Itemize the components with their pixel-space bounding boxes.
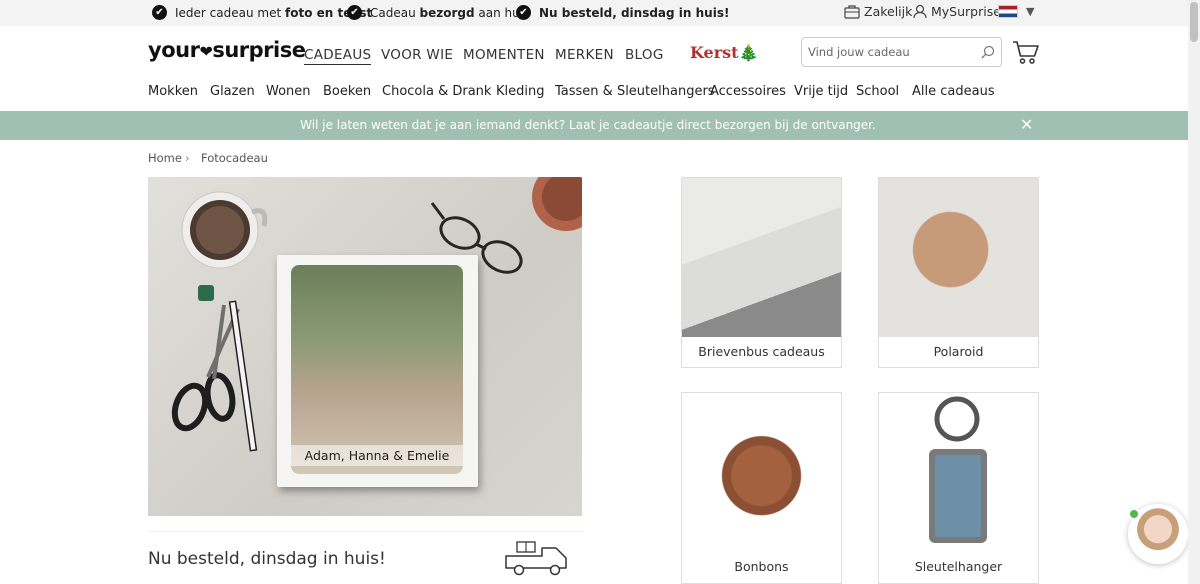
language-selector[interactable]: ▼ xyxy=(998,5,1034,18)
category-chocola-drank[interactable]: Chocola & Drank xyxy=(382,84,491,99)
cart-icon[interactable] xyxy=(1012,40,1040,65)
usp-text: Nu besteld, dinsdag in huis! xyxy=(539,5,730,20)
nav-kerst[interactable]: Kerst🎄 xyxy=(690,43,758,62)
tile-brievenbus-cadeaus[interactable]: Brievenbus cadeaus xyxy=(681,177,842,368)
book-photo: Adam, Hanna & Emelie xyxy=(291,265,463,474)
online-status-icon xyxy=(1128,508,1140,520)
check-icon: ✔ xyxy=(516,5,531,20)
business-label: Zakelijk xyxy=(864,4,913,19)
category-glazen[interactable]: Glazen xyxy=(210,84,255,99)
tile-label: Sleutelhanger xyxy=(914,559,1003,574)
nav-voor-wie[interactable]: VOOR WIE xyxy=(381,47,453,63)
check-icon: ✔ xyxy=(152,5,167,20)
search-box xyxy=(801,37,1002,67)
keychain-icon xyxy=(929,396,987,543)
account-label: MySurprise xyxy=(931,4,1001,19)
delivery-truck-icon xyxy=(505,541,567,576)
usp-item-delivery: ✔ Cadeau bezorgd aan huis xyxy=(347,5,529,20)
category-vrije-tijd[interactable]: Vrije tijd xyxy=(794,84,848,99)
search-icon[interactable] xyxy=(981,45,995,59)
close-icon[interactable]: ✕ xyxy=(1020,115,1033,134)
scrollbar-thumb[interactable] xyxy=(1190,2,1198,42)
tile-label: Bonbons xyxy=(734,559,789,574)
tile-label: Polaroid xyxy=(933,344,984,359)
nav-blog[interactable]: BLOG xyxy=(625,47,664,63)
scrollbar[interactable] xyxy=(1188,0,1200,584)
delivery-promise: Nu besteld, dinsdag in huis! xyxy=(148,549,386,569)
logo[interactable]: your❤surprise xyxy=(148,38,306,62)
keychain-image xyxy=(879,393,1038,552)
nav-merken[interactable]: MERKEN xyxy=(555,47,614,63)
divider xyxy=(148,531,582,532)
breadcrumb-current: Fotocadeau xyxy=(201,151,268,165)
brievenbus-image xyxy=(682,178,841,337)
chevron-right-icon: › xyxy=(185,151,190,165)
search-input[interactable] xyxy=(808,43,973,61)
coffee-cup-image xyxy=(181,191,268,269)
usp-item-photo: ✔ Ieder cadeau met foto en tekst xyxy=(152,5,372,20)
user-icon xyxy=(913,4,927,19)
usp-text: Cadeau bezorgd aan huis xyxy=(370,5,530,20)
nav-cadeaus[interactable]: CADEAUS xyxy=(304,47,372,65)
chevron-down-icon: ▼ xyxy=(1026,5,1035,18)
category-tassen-sleutelhangers[interactable]: Tassen & Sleutelhangers xyxy=(555,84,715,99)
heart-icon: ❤ xyxy=(199,42,213,61)
book-caption: Adam, Hanna & Emelie xyxy=(291,445,463,466)
category-accessoires[interactable]: Accessoires xyxy=(710,84,786,99)
dutch-flag-icon xyxy=(998,5,1018,18)
category-alle-cadeaus[interactable]: Alle cadeaus xyxy=(912,84,995,99)
nav-momenten[interactable]: MOMENTEN xyxy=(463,47,545,63)
notice-banner: Wil je laten weten dat je aan iemand den… xyxy=(0,111,1188,140)
tile-bonbons[interactable]: Bonbons xyxy=(681,392,842,584)
category-boeken[interactable]: Boeken xyxy=(323,84,371,99)
category-school[interactable]: School xyxy=(856,84,899,99)
bonbons-image xyxy=(682,393,841,552)
notice-text: Wil je laten weten dat je aan iemand den… xyxy=(300,118,876,132)
briefcase-icon xyxy=(844,4,860,19)
christmas-tree-icon: 🎄 xyxy=(738,43,759,62)
hero-image: Adam, Hanna & Emelie xyxy=(148,177,582,516)
category-wonen[interactable]: Wonen xyxy=(266,84,311,99)
account-link[interactable]: MySurprise xyxy=(913,4,1001,19)
category-kleding[interactable]: Kleding xyxy=(496,84,545,99)
usp-item-shipping: ✔ Nu besteld, dinsdag in huis! xyxy=(516,5,729,20)
scissors-image xyxy=(171,285,258,452)
business-link[interactable]: Zakelijk xyxy=(844,4,912,19)
check-icon: ✔ xyxy=(347,5,362,20)
polaroid-image xyxy=(879,178,1038,337)
plant-pot-image xyxy=(532,177,582,231)
tile-sleutelhanger[interactable]: Sleutelhanger xyxy=(878,392,1039,584)
category-mokken[interactable]: Mokken xyxy=(148,84,198,99)
photo-book: Adam, Hanna & Emelie xyxy=(277,255,478,487)
tile-label: Brievenbus cadeaus xyxy=(698,344,825,359)
tile-polaroid[interactable]: Polaroid xyxy=(878,177,1039,368)
usp-text: Ieder cadeau met foto en tekst xyxy=(175,5,373,20)
breadcrumb-home[interactable]: Home xyxy=(148,151,182,165)
